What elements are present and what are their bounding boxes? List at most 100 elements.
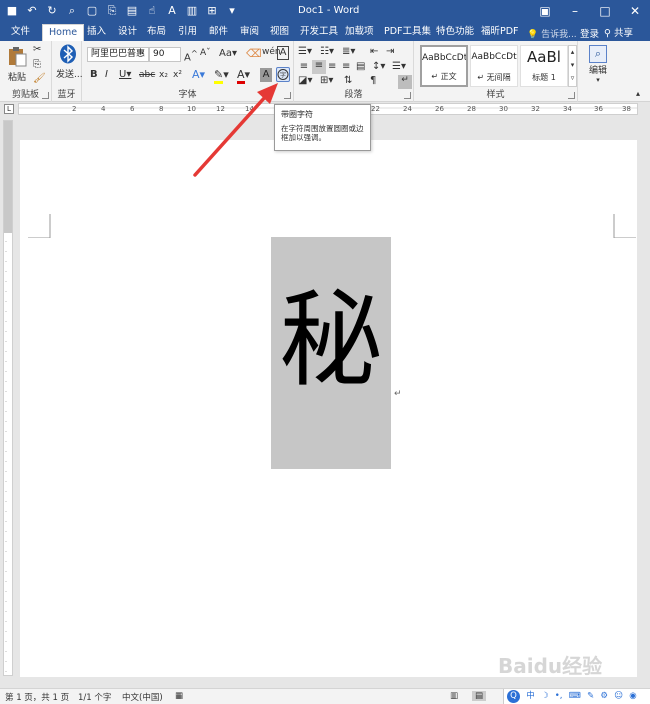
distributed-icon[interactable]: ▤ [356, 61, 365, 72]
minimize-icon[interactable]: – [560, 0, 590, 24]
vertical-ruler[interactable] [3, 120, 13, 676]
enclose-characters-icon[interactable]: 字 [276, 67, 290, 82]
document-character[interactable]: 秘 [271, 275, 391, 405]
editing-button[interactable]: ⌕ 编辑 ▾ [586, 45, 610, 84]
justify-icon[interactable]: ≡ [342, 61, 350, 72]
touch-mode-icon[interactable]: ☝ [144, 3, 160, 19]
text-effects-icon[interactable]: A▾ [192, 68, 205, 81]
bold-icon[interactable]: B [90, 69, 98, 80]
ime-settings-icon[interactable]: ⚙ [600, 691, 608, 701]
font-color-icon[interactable]: A [164, 3, 180, 19]
columns-icon[interactable]: ▥ [184, 3, 200, 19]
table-icon[interactable]: ⊞ [204, 3, 220, 19]
superscript-icon[interactable]: x² [173, 70, 182, 80]
borders-icon[interactable]: ⊞▾ [320, 75, 333, 86]
tab-design[interactable]: 设计 [118, 24, 137, 41]
paste-button[interactable]: 粘贴 [5, 45, 29, 83]
tab-addins[interactable]: 加载项 [345, 24, 374, 41]
increase-indent-icon[interactable]: ⇥ [386, 46, 394, 57]
sort-icon[interactable]: ⇅ [344, 75, 352, 86]
print-preview-icon[interactable]: ⌕ [64, 3, 80, 19]
numbering-icon[interactable]: ☷▾ [320, 46, 334, 57]
tab-review[interactable]: 审阅 [240, 24, 259, 41]
share-button[interactable]: ⚲ 共享 [604, 25, 633, 39]
maximize-icon[interactable]: □ [590, 0, 620, 24]
multilevel-list-icon[interactable]: ≣▾ [342, 46, 355, 57]
italic-icon[interactable]: I [105, 69, 108, 80]
page-count[interactable]: 第 1 页，共 1 页 [5, 691, 69, 703]
tab-foxit-pdf[interactable]: 福昕PDF [481, 24, 519, 41]
shading-icon[interactable]: ◪▾ [298, 75, 312, 86]
subscript-icon[interactable]: x₂ [159, 70, 168, 80]
ime-keyboard-icon[interactable]: ⌨ [569, 691, 581, 701]
change-case-icon[interactable]: Aa▾ [219, 48, 237, 59]
ime-punct-icon[interactable]: •, [555, 691, 563, 701]
cut-icon[interactable]: ✂ [33, 44, 41, 55]
grow-font-icon[interactable]: A^ [184, 48, 198, 63]
macro-icon[interactable]: ▦ [175, 691, 183, 701]
signin-link[interactable]: 登录 [580, 26, 599, 40]
decrease-indent-icon[interactable]: ⇤ [370, 46, 378, 57]
underline-icon[interactable]: U▾ [119, 69, 131, 80]
tab-file[interactable]: 文件 [11, 24, 30, 41]
tab-developer[interactable]: 开发工具 [300, 24, 338, 41]
ime-skin-icon[interactable]: ◉ [629, 691, 636, 701]
collapse-ribbon-icon[interactable]: ▴ [636, 89, 640, 98]
ime-logo-icon[interactable]: Q [507, 690, 520, 703]
format-painter-icon[interactable]: 🖌 [33, 73, 46, 84]
ime-lang[interactable]: 中 [526, 689, 535, 701]
tab-insert[interactable]: 插入 [87, 24, 106, 41]
new-doc-icon[interactable]: ▢ [84, 3, 100, 19]
font-name-dropdown[interactable]: 阿里巴巴普惠 [87, 47, 149, 62]
more-icon[interactable]: ▾ [224, 3, 240, 19]
ribbon-options-icon[interactable]: ▣ [530, 0, 560, 24]
font-color-icon[interactable]: A▾ [237, 68, 250, 84]
show-marks-icon[interactable]: ¶ [370, 75, 376, 86]
line-spacing-icon[interactable]: ↕▾ [372, 61, 385, 72]
ime-moon-icon[interactable]: ☽ [541, 691, 549, 701]
clear-format-icon[interactable]: ⌫ [246, 47, 262, 60]
document-page[interactable]: 秘 ↵ [20, 140, 637, 677]
align-right-icon[interactable]: ≡ [328, 61, 336, 72]
bluetooth-send-button[interactable]: 发送... [56, 44, 83, 80]
clipboard-launcher-icon[interactable] [42, 92, 49, 99]
view-icon[interactable]: ▤ [124, 3, 140, 19]
tab-pdf-tools[interactable]: PDF工具集 [384, 24, 431, 41]
styles-scroll-icon[interactable]: ▴ ▾ ▿ [568, 45, 577, 87]
styles-launcher-icon[interactable] [568, 92, 575, 99]
tab-features[interactable]: 特色功能 [436, 24, 474, 41]
style-no-spacing[interactable]: AaBbCcDt ↵ 无间隔 [470, 45, 518, 87]
redo-icon[interactable]: ↻ [44, 3, 60, 19]
font-size-dropdown[interactable]: 90 [149, 47, 181, 62]
read-mode-icon[interactable]: ▥ [450, 691, 458, 701]
style-normal[interactable]: AaBbCcDt ↵ 正文 [420, 45, 468, 87]
strikethrough-icon[interactable]: abc [139, 70, 155, 80]
close-icon[interactable]: ✕ [620, 0, 650, 24]
tab-home[interactable]: Home [42, 24, 85, 41]
style-heading1[interactable]: AaBl 标题 1 [520, 45, 568, 87]
paste-format-icon[interactable]: ⎘ [104, 3, 120, 19]
char-border-icon[interactable]: A [277, 46, 289, 60]
undo-icon[interactable]: ↶ [24, 3, 40, 19]
print-layout-icon[interactable]: ▤ [472, 691, 487, 701]
copy-icon[interactable]: ⎘ [33, 59, 41, 70]
align-left-icon[interactable]: ≡ [298, 61, 310, 72]
word-count[interactable]: 1/1 个字 [78, 691, 111, 703]
ime-face-icon[interactable]: ☺ [614, 691, 623, 701]
shrink-font-icon[interactable]: Aˇ [200, 48, 211, 58]
font-launcher-icon[interactable] [284, 92, 291, 99]
tell-me-box[interactable]: 💡 告诉我... [527, 27, 577, 40]
tab-layout[interactable]: 布局 [147, 24, 166, 41]
chinese-layout-icon[interactable]: ☰▾ [392, 61, 406, 72]
align-center-icon[interactable]: ≡ [312, 60, 326, 74]
ime-tools-icon[interactable]: ✎ [587, 691, 594, 701]
save-icon[interactable]: ■ [4, 3, 20, 19]
tab-view[interactable]: 视图 [270, 24, 289, 41]
tab-stop-icon[interactable]: L [4, 104, 14, 114]
tab-references[interactable]: 引用 [178, 24, 197, 41]
paragraph-launcher-icon[interactable] [404, 92, 411, 99]
highlight-color-icon[interactable]: ✎▾ [214, 68, 229, 84]
bullets-icon[interactable]: ☰▾ [298, 46, 312, 57]
char-shading-icon[interactable]: A [260, 68, 272, 82]
language[interactable]: 中文(中国) [122, 691, 163, 703]
